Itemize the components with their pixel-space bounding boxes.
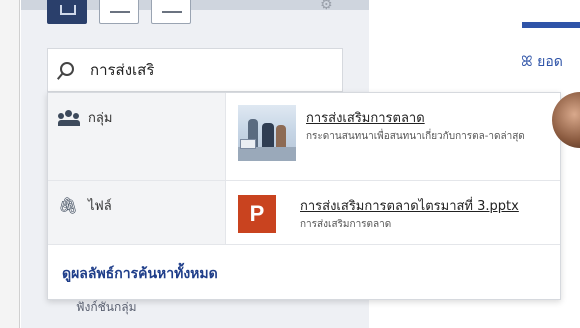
sparkle-icon: ꕤ [521, 54, 533, 70]
list-view-button[interactable] [99, 0, 139, 24]
right-panel-label[interactable]: ꕤ ยอด [521, 51, 563, 73]
bell-icon [162, 11, 182, 13]
category-label-groups: กลุ่ม [88, 111, 113, 126]
right-panel-label-text: ยอด [537, 54, 563, 70]
notifications-button[interactable] [151, 0, 191, 24]
outer-left-edge [0, 0, 20, 328]
result-subtitle-group: กระดานสนทนาเพื่อสนทนาเกี่ยวกับการตล-าดล่… [306, 131, 525, 142]
powerpoint-badge: P [249, 201, 265, 226]
see-all-results-link[interactable]: ดูผลลัพธ์การค้นหาทั้งหมด [62, 263, 218, 285]
background-text: ฟังก์ชันกลุ่ม [76, 300, 137, 314]
category-cell: 🖇 ไฟล์ [48, 181, 226, 244]
list-view-icon [110, 11, 130, 13]
search-input[interactable]: การส่งเสริ [47, 48, 343, 92]
grid-view-button[interactable] [47, 0, 87, 24]
result-title-file[interactable]: การส่งเสริมการตลาดไตรมาสที่ 3.pptx [300, 195, 519, 216]
category-cell: กลุ่ม [48, 93, 226, 180]
search-suggestions-dropdown: กลุ่ม การส่งเสริมการตลาด กระดานสนทนาเพื่… [47, 92, 561, 300]
gear-icon[interactable]: ⚙ [320, 0, 336, 12]
powerpoint-icon[interactable]: P [238, 195, 276, 233]
paperclip-icon: 🖇 [58, 195, 79, 215]
grid-view-icon [60, 5, 76, 15]
suggestion-row-files[interactable]: 🖇 ไฟล์ P การส่งเสริมการตลาดไตรมาสที่ 3.p… [48, 181, 560, 245]
group-thumbnail[interactable] [238, 105, 296, 161]
result-subtitle-file: การส่งเสริมการตลาด [300, 219, 392, 230]
people-icon [58, 109, 80, 126]
search-icon [60, 62, 74, 76]
result-title-group[interactable]: การส่งเสริมการตลาด [306, 107, 425, 128]
category-label-files: ไฟล์ [88, 199, 112, 214]
search-query: การส่งเสริ [90, 61, 155, 79]
suggestion-row-groups[interactable]: กลุ่ม การส่งเสริมการตลาด กระดานสนทนาเพื่… [48, 93, 560, 181]
accent-bar [522, 22, 580, 28]
